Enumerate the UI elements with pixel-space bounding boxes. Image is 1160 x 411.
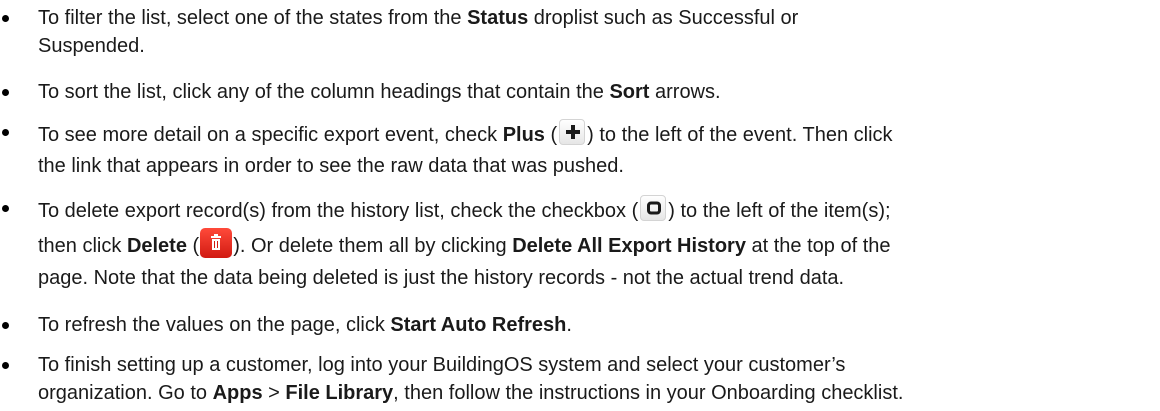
- trash-icon: [200, 228, 233, 258]
- list-item-delete: To delete export record(s) from the hist…: [2, 194, 1148, 292]
- list-item-line: page. Note that the data being deleted i…: [38, 267, 845, 289]
- list-item-line: To sort the list, click any of the colum…: [38, 81, 721, 103]
- delete-all-term: Delete All Export History: [512, 235, 746, 257]
- delete-term: Delete: [126, 235, 187, 257]
- plus-icon: [559, 119, 586, 145]
- plus-term: Plus: [502, 124, 545, 146]
- list-item-line: Suspended.: [38, 35, 145, 57]
- file-library-term: File Library: [285, 382, 394, 404]
- list-item-line: To finish setting up a customer, log int…: [38, 354, 846, 376]
- list-item-line: To see more detail on a specific export …: [38, 118, 1148, 152]
- start-auto-refresh-term: Start Auto Refresh: [390, 314, 567, 336]
- list-item-line: then click Delete (). Or delete them all…: [38, 228, 1148, 264]
- list-item-setup: To finish setting up a customer, log int…: [2, 351, 1148, 407]
- list-item-detail: To see more detail on a specific export …: [2, 118, 1148, 180]
- list-item-sort: To sort the list, click any of the colum…: [2, 78, 1148, 106]
- list-item-refresh: To refresh the values on the page, click…: [2, 311, 1148, 339]
- status-term: Status: [467, 7, 529, 29]
- sort-term: Sort: [609, 81, 650, 103]
- list-item-line: organization. Go to Apps > File Library,…: [38, 382, 904, 404]
- list-item-filter: To filter the list, select one of the st…: [2, 4, 1148, 60]
- list-item-line: To refresh the values on the page, click…: [38, 314, 572, 336]
- apps-term: Apps: [212, 382, 263, 404]
- list-item-line: To delete export record(s) from the hist…: [38, 194, 1148, 228]
- list-item-line: the link that appears in order to see th…: [38, 155, 624, 177]
- checkbox-icon: [640, 195, 667, 221]
- list-item-line: To filter the list, select one of the st…: [38, 7, 799, 29]
